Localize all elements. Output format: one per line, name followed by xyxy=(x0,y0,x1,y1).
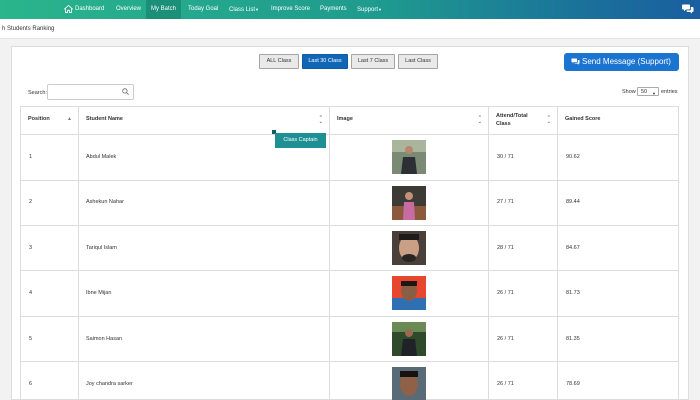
chevron-down-icon: ▼ xyxy=(255,7,259,12)
cell-score: 89.44 xyxy=(566,199,580,205)
entries-label: entries xyxy=(661,89,678,95)
show-label: Show xyxy=(622,89,636,95)
sort-icon: ⌃ ⌄ xyxy=(477,115,482,125)
column-header-label: Position xyxy=(28,116,50,122)
nav-overview[interactable]: Overview xyxy=(116,0,141,19)
cell-student-name: Abdul Malek xyxy=(86,154,117,160)
send-message-button[interactable]: Send Message (Support) xyxy=(564,53,679,71)
cell-position: 4 xyxy=(29,290,33,296)
nav-payments[interactable]: Payments xyxy=(320,0,347,19)
send-message-label: Send Message (Support) xyxy=(582,57,671,66)
filter-all-class[interactable]: ALL Class xyxy=(259,54,299,69)
cell-position: 6 xyxy=(29,381,33,387)
entries-select-value: 50 xyxy=(641,89,648,95)
cell-attend: 26 / 71 xyxy=(497,336,514,342)
sort-ascending-icon: ▲ xyxy=(67,116,72,122)
ranking-table xyxy=(20,106,679,400)
student-photo xyxy=(392,186,426,220)
cell-student-name: Joy chandra sarker xyxy=(86,381,133,387)
search-icon xyxy=(122,88,129,95)
column-header-image[interactable]: Image ⌃ ⌄ xyxy=(329,106,488,134)
column-divider xyxy=(329,106,330,400)
student-photo xyxy=(392,140,426,174)
nav-improve-score[interactable]: Improve Score xyxy=(271,0,310,19)
column-header-label: Gained Score xyxy=(565,116,601,122)
page-header: h Students Ranking xyxy=(0,19,700,39)
home-icon[interactable] xyxy=(64,5,73,13)
row-divider xyxy=(20,134,679,135)
class-captain-badge: Class Captain xyxy=(275,133,326,148)
nav-my-batch[interactable]: My Batch xyxy=(146,0,181,19)
filter-last-30-class[interactable]: Last 30 Class xyxy=(302,54,348,69)
nav-class-list[interactable]: Class List▼ xyxy=(229,0,259,19)
column-header-student-name[interactable]: Student Name ⌃ ⌄ xyxy=(78,106,329,134)
chat-bubbles-icon[interactable] xyxy=(682,3,694,15)
cell-score: 84.67 xyxy=(566,245,580,251)
sort-icon: ⌃ ⌄ xyxy=(546,115,551,125)
nav-dashboard[interactable]: Dashboard xyxy=(75,0,104,19)
entries-select[interactable]: 50 ▼ xyxy=(637,87,659,96)
student-photo xyxy=(392,322,426,356)
cell-position: 3 xyxy=(29,245,33,251)
row-divider xyxy=(20,270,679,271)
nav-today-goal[interactable]: Today Goal xyxy=(188,0,218,19)
column-header-label: Student Name xyxy=(86,116,123,122)
student-photo xyxy=(392,276,426,310)
nav-support[interactable]: Support▼ xyxy=(357,0,382,19)
filter-last-7-class[interactable]: Last 7 Class xyxy=(351,54,395,69)
cell-score: 81.35 xyxy=(566,336,580,342)
column-divider xyxy=(78,106,79,400)
column-header-score[interactable]: Gained Score xyxy=(557,106,679,134)
cell-student-name: Tariqul Islam xyxy=(86,245,117,251)
cell-position: 1 xyxy=(29,154,33,160)
cell-position: 5 xyxy=(29,336,33,342)
column-header-label: Attend/Total Class xyxy=(496,113,528,127)
search-label: Search: xyxy=(28,90,47,96)
cell-attend: 30 / 71 xyxy=(497,154,514,160)
sort-icon: ⌃ ⌄ xyxy=(318,115,323,125)
column-divider xyxy=(488,106,489,400)
column-header-attend[interactable]: Attend/Total Class ⌃ ⌄ xyxy=(488,106,557,134)
nav-support-label: Support xyxy=(357,7,379,13)
cell-student-name: Saimon Hasan xyxy=(86,336,123,342)
column-divider xyxy=(557,106,558,400)
row-divider xyxy=(20,361,679,362)
column-header-label: Image xyxy=(337,116,353,122)
student-photo xyxy=(392,367,426,400)
cell-attend: 26 / 71 xyxy=(497,290,514,296)
student-photo xyxy=(392,231,426,265)
cell-score: 78.69 xyxy=(566,381,580,387)
nav-class-list-label: Class List xyxy=(229,7,256,13)
chevron-down-icon: ▼ xyxy=(378,7,382,12)
cell-student-name: Ashekun Nahar xyxy=(86,199,124,205)
cell-score: 81.73 xyxy=(566,290,580,296)
filter-last-class[interactable]: Last Class xyxy=(398,54,438,69)
row-divider xyxy=(20,180,679,181)
row-divider xyxy=(20,316,679,317)
message-icon xyxy=(571,58,580,65)
cell-student-name: Ibne Mijan xyxy=(86,290,112,296)
top-navbar: Dashboard Overview My Batch Today Goal C… xyxy=(0,0,700,19)
cell-attend: 28 / 71 xyxy=(497,245,514,251)
cell-score: 90.62 xyxy=(566,154,580,160)
column-header-position[interactable]: Position ▲ xyxy=(20,106,78,134)
chevron-down-icon: ▼ xyxy=(652,91,656,96)
page-title: h Students Ranking xyxy=(2,26,55,32)
cell-attend: 27 / 71 xyxy=(497,199,514,205)
cell-attend: 26 / 71 xyxy=(497,381,514,387)
row-divider xyxy=(20,225,679,226)
search-input[interactable] xyxy=(47,84,134,100)
cell-position: 2 xyxy=(29,199,33,205)
